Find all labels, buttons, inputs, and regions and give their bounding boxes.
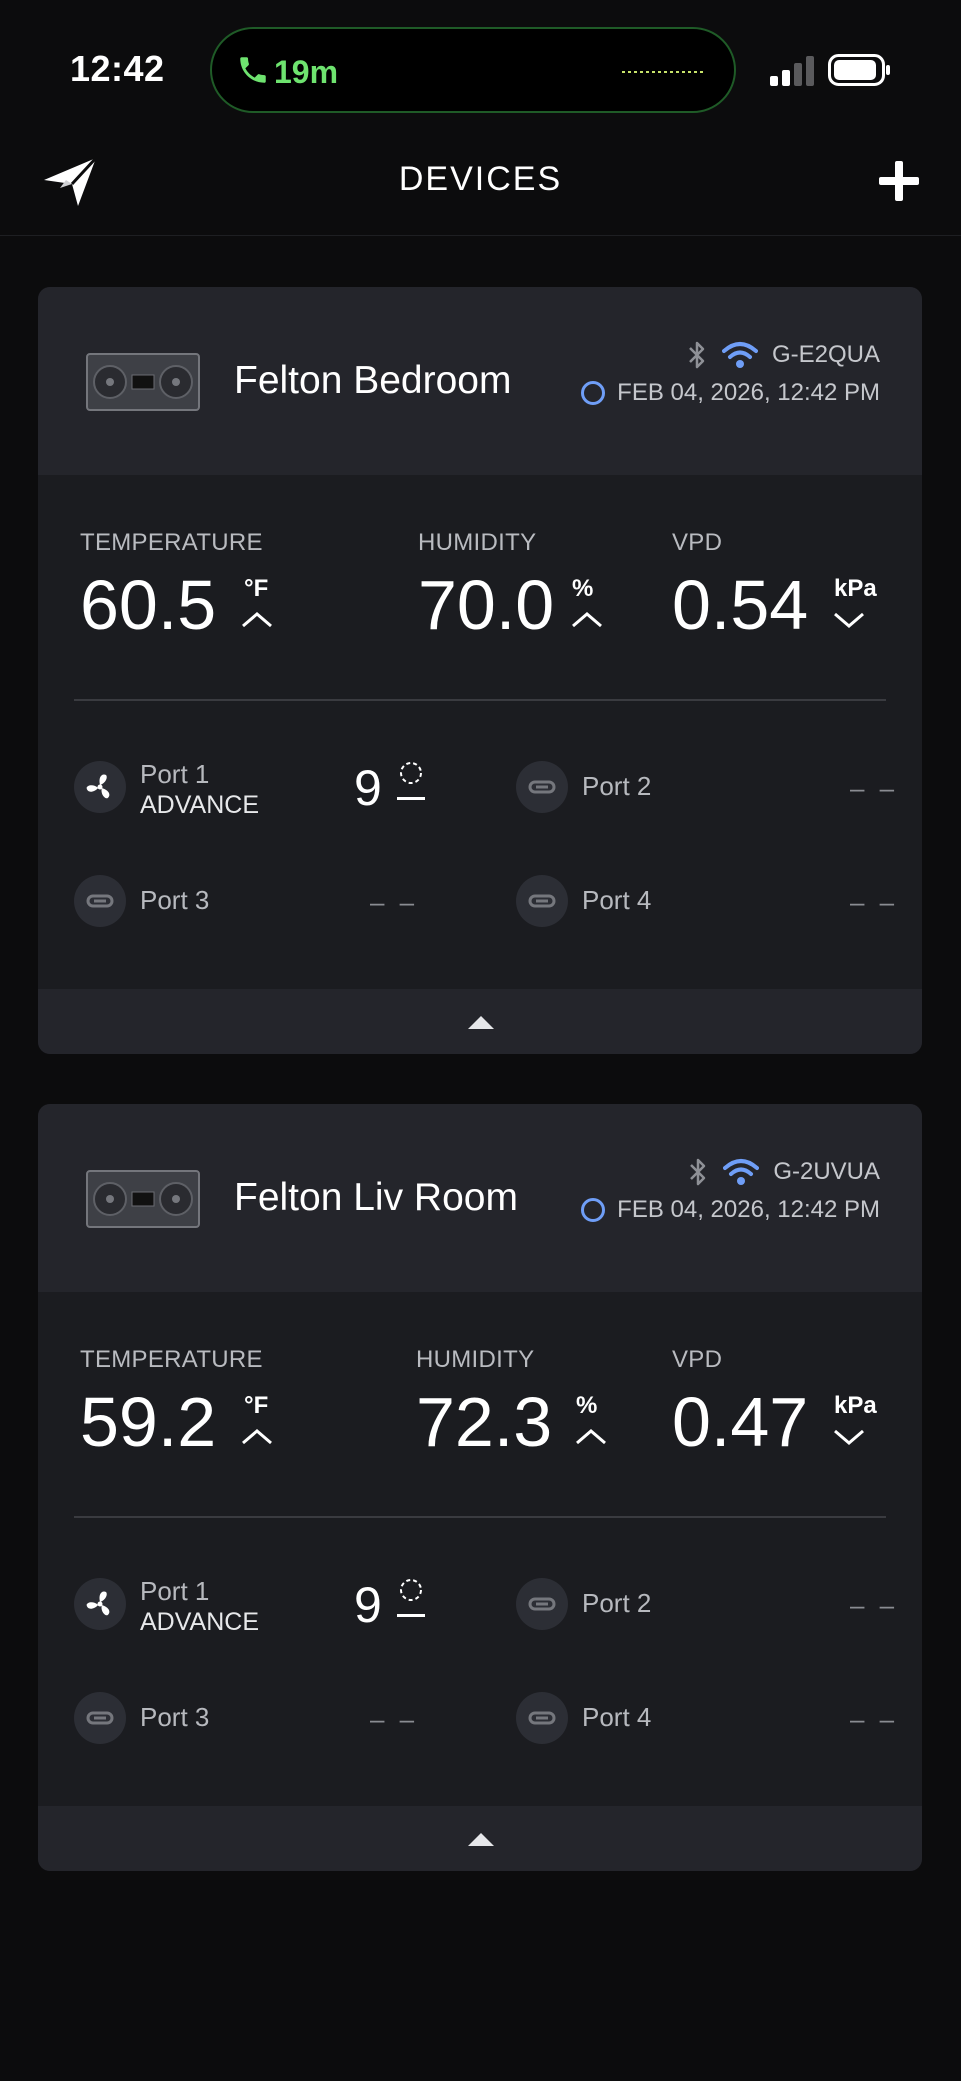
navigation-bar: DEVICES [0,140,961,236]
trend-up-icon [242,1429,272,1445]
bluetooth-icon [690,1158,706,1186]
metric-value: 70.0 [418,566,555,644]
port-level: 9 [354,760,382,816]
wifi-icon [723,1159,760,1185]
fan-icon [74,1578,126,1630]
phone-icon [240,57,266,83]
trend-down-icon [834,612,864,628]
divider [74,1516,886,1518]
metric-value: 0.54 [672,566,809,644]
link-icon [516,1692,568,1744]
wifi-icon [721,342,758,368]
device-name: Felton Liv Room [234,1176,518,1219]
metric-label: VPD [672,529,723,556]
link-icon [516,875,568,927]
port-name: Port 3 [140,885,210,915]
add-device-button[interactable] [876,158,922,204]
device-id: G-E2QUA [771,341,880,368]
metric-label: TEMPERATURE [80,529,263,556]
port-name: Port 2 [582,771,652,801]
temperature-metric: TEMPERATURE 59.2 °F [80,1346,272,1461]
device-id: G-2UVUA [773,1158,880,1185]
metric-unit: kPa [834,575,877,602]
fan-icon [74,761,126,813]
metric-unit: % [576,1392,598,1419]
bluetooth-icon [689,341,705,369]
port-mode: ADVANCE [140,1608,260,1636]
timestamp-row: FEB 04, 2026, 12:42 PM [581,379,880,407]
page-title: DEVICES [398,160,563,198]
metric-label: HUMIDITY [416,1346,535,1373]
port-mode: ADVANCE [140,791,260,819]
metric-unit: % [572,575,594,602]
metric-unit: °F [244,1392,269,1419]
port-level: 9 [354,1577,382,1633]
port-value: – – [850,1704,899,1734]
device-card[interactable]: Felton Bedroom G-E2QUA FEB 04, 2026, 12:… [38,287,922,1054]
metric-value: 0.47 [672,1383,809,1461]
device-name: Felton Bedroom [234,359,512,402]
collapse-bar[interactable] [38,989,922,1054]
port-value: – – [850,1590,899,1620]
divider [74,699,886,701]
humidity-metric: HUMIDITY 72.3 % [416,1346,606,1461]
trend-up-icon [572,612,602,628]
connection-row: G-E2QUA [686,339,880,371]
device-card[interactable]: Felton Liv Room G-2UVUA FEB 04, 2026, 12… [38,1104,922,1871]
trend-up-icon [576,1429,606,1445]
device-timestamp: FEB 04, 2026, 12:42 PM [617,1196,880,1223]
cellular-signal-icon [770,56,814,86]
port-name: Port 4 [582,1702,652,1732]
port-name: Port 4 [582,885,652,915]
port-value: – – [850,773,899,803]
audio-wave-icon [622,71,703,73]
metric-unit: kPa [834,1392,877,1419]
controller-thumbnail-icon [86,1170,200,1228]
trend-up-icon [242,612,272,628]
metric-label: VPD [672,1346,723,1373]
vpd-metric: VPD 0.47 kPa [672,1346,877,1461]
port-name: Port 1 [140,759,210,789]
status-bar: 12:42 19m [0,0,961,140]
status-time: 12:42 [70,48,165,89]
metric-value: 59.2 [80,1383,217,1461]
temperature-metric: TEMPERATURE 60.5 °F [80,529,272,644]
metric-label: TEMPERATURE [80,1346,263,1373]
device-timestamp: FEB 04, 2026, 12:42 PM [617,379,880,406]
level-gauge-icon [397,762,425,800]
link-icon [74,1692,126,1744]
connection-row: G-2UVUA [687,1156,880,1188]
call-indicator-pill[interactable]: 19m [210,27,736,113]
link-icon [516,1578,568,1630]
triangle-up-icon [468,1016,494,1029]
metric-value: 60.5 [80,566,217,644]
battery-icon [828,54,890,86]
metric-unit: °F [244,575,269,602]
controller-thumbnail-icon [86,353,200,411]
timestamp-row: FEB 04, 2026, 12:42 PM [581,1196,880,1224]
vpd-metric: VPD 0.54 kPa [672,529,877,644]
ring-icon [581,381,606,405]
level-gauge-icon [397,1579,425,1617]
device-card-header[interactable]: Felton Liv Room G-2UVUA FEB 04, 2026, 12… [38,1104,922,1292]
call-duration: 19m [274,54,339,90]
triangle-up-icon [468,1833,494,1846]
port-value: – – [370,887,419,917]
device-card-header[interactable]: Felton Bedroom G-E2QUA FEB 04, 2026, 12:… [38,287,922,475]
ring-icon [581,1198,606,1222]
port-name: Port 3 [140,1702,210,1732]
port-name: Port 1 [140,1576,210,1606]
port-name: Port 2 [582,1588,652,1618]
collapse-bar[interactable] [38,1806,922,1871]
port-value: – – [850,887,899,917]
port-value: – – [370,1704,419,1734]
link-icon [516,761,568,813]
link-icon [74,875,126,927]
trend-down-icon [834,1429,864,1445]
metric-label: HUMIDITY [418,529,537,556]
metric-value: 72.3 [416,1383,553,1461]
humidity-metric: HUMIDITY 70.0 % [418,529,602,644]
